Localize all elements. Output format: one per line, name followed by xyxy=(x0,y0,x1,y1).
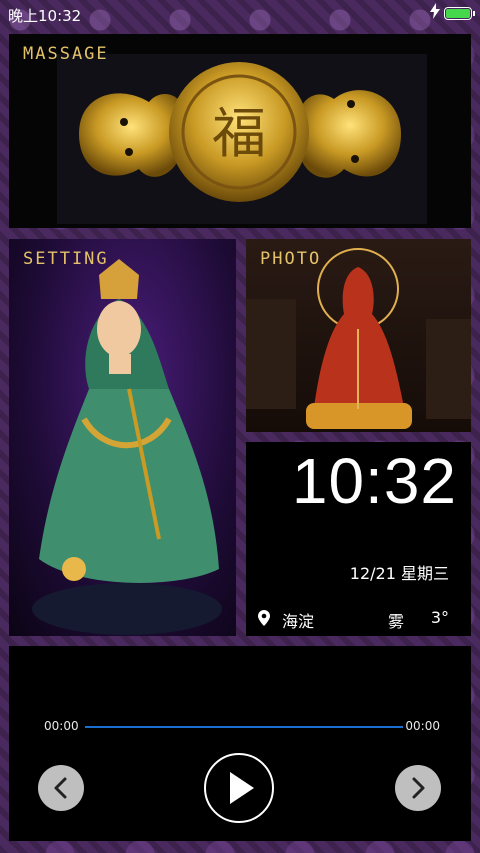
clock-temperature: 3° xyxy=(430,608,449,627)
previous-button[interactable] xyxy=(38,765,84,811)
status-bar: 晚上10:32 xyxy=(0,0,480,28)
status-time: 晚上10:32 xyxy=(8,7,82,25)
elapsed-time: 00:00 xyxy=(44,719,79,733)
play-icon xyxy=(230,772,254,804)
progress-track[interactable] xyxy=(85,726,403,728)
charging-icon xyxy=(430,3,440,19)
setting-label: SETTING xyxy=(23,249,109,269)
massage-label: MASSAGE xyxy=(23,44,109,64)
photo-label: PHOTO xyxy=(260,249,322,269)
clock-location: 海淀 xyxy=(282,612,315,631)
audio-player: 00:00 00:00 xyxy=(9,646,471,841)
battery-icon xyxy=(444,7,475,20)
play-button[interactable] xyxy=(204,753,274,823)
clock-widget[interactable]: 10:32 12/21 星期三 海淀 雾 3° xyxy=(246,442,471,636)
location-pin-icon xyxy=(258,610,270,626)
photo-tile[interactable]: PHOTO xyxy=(246,239,471,432)
setting-tile[interactable]: SETTING xyxy=(9,239,236,636)
clock-weather: 雾 xyxy=(388,612,405,631)
guanyin-statue-image xyxy=(32,259,222,635)
massage-tile[interactable]: 福 MASSAGE xyxy=(9,34,471,228)
clock-time: 10:32 xyxy=(291,445,457,517)
chevron-right-icon xyxy=(412,777,425,799)
svg-text:福: 福 xyxy=(212,102,266,165)
total-duration: 00:00 xyxy=(405,719,440,733)
chevron-left-icon xyxy=(54,777,67,799)
clock-date: 12/21 星期三 xyxy=(349,564,449,583)
next-button[interactable] xyxy=(395,765,441,811)
